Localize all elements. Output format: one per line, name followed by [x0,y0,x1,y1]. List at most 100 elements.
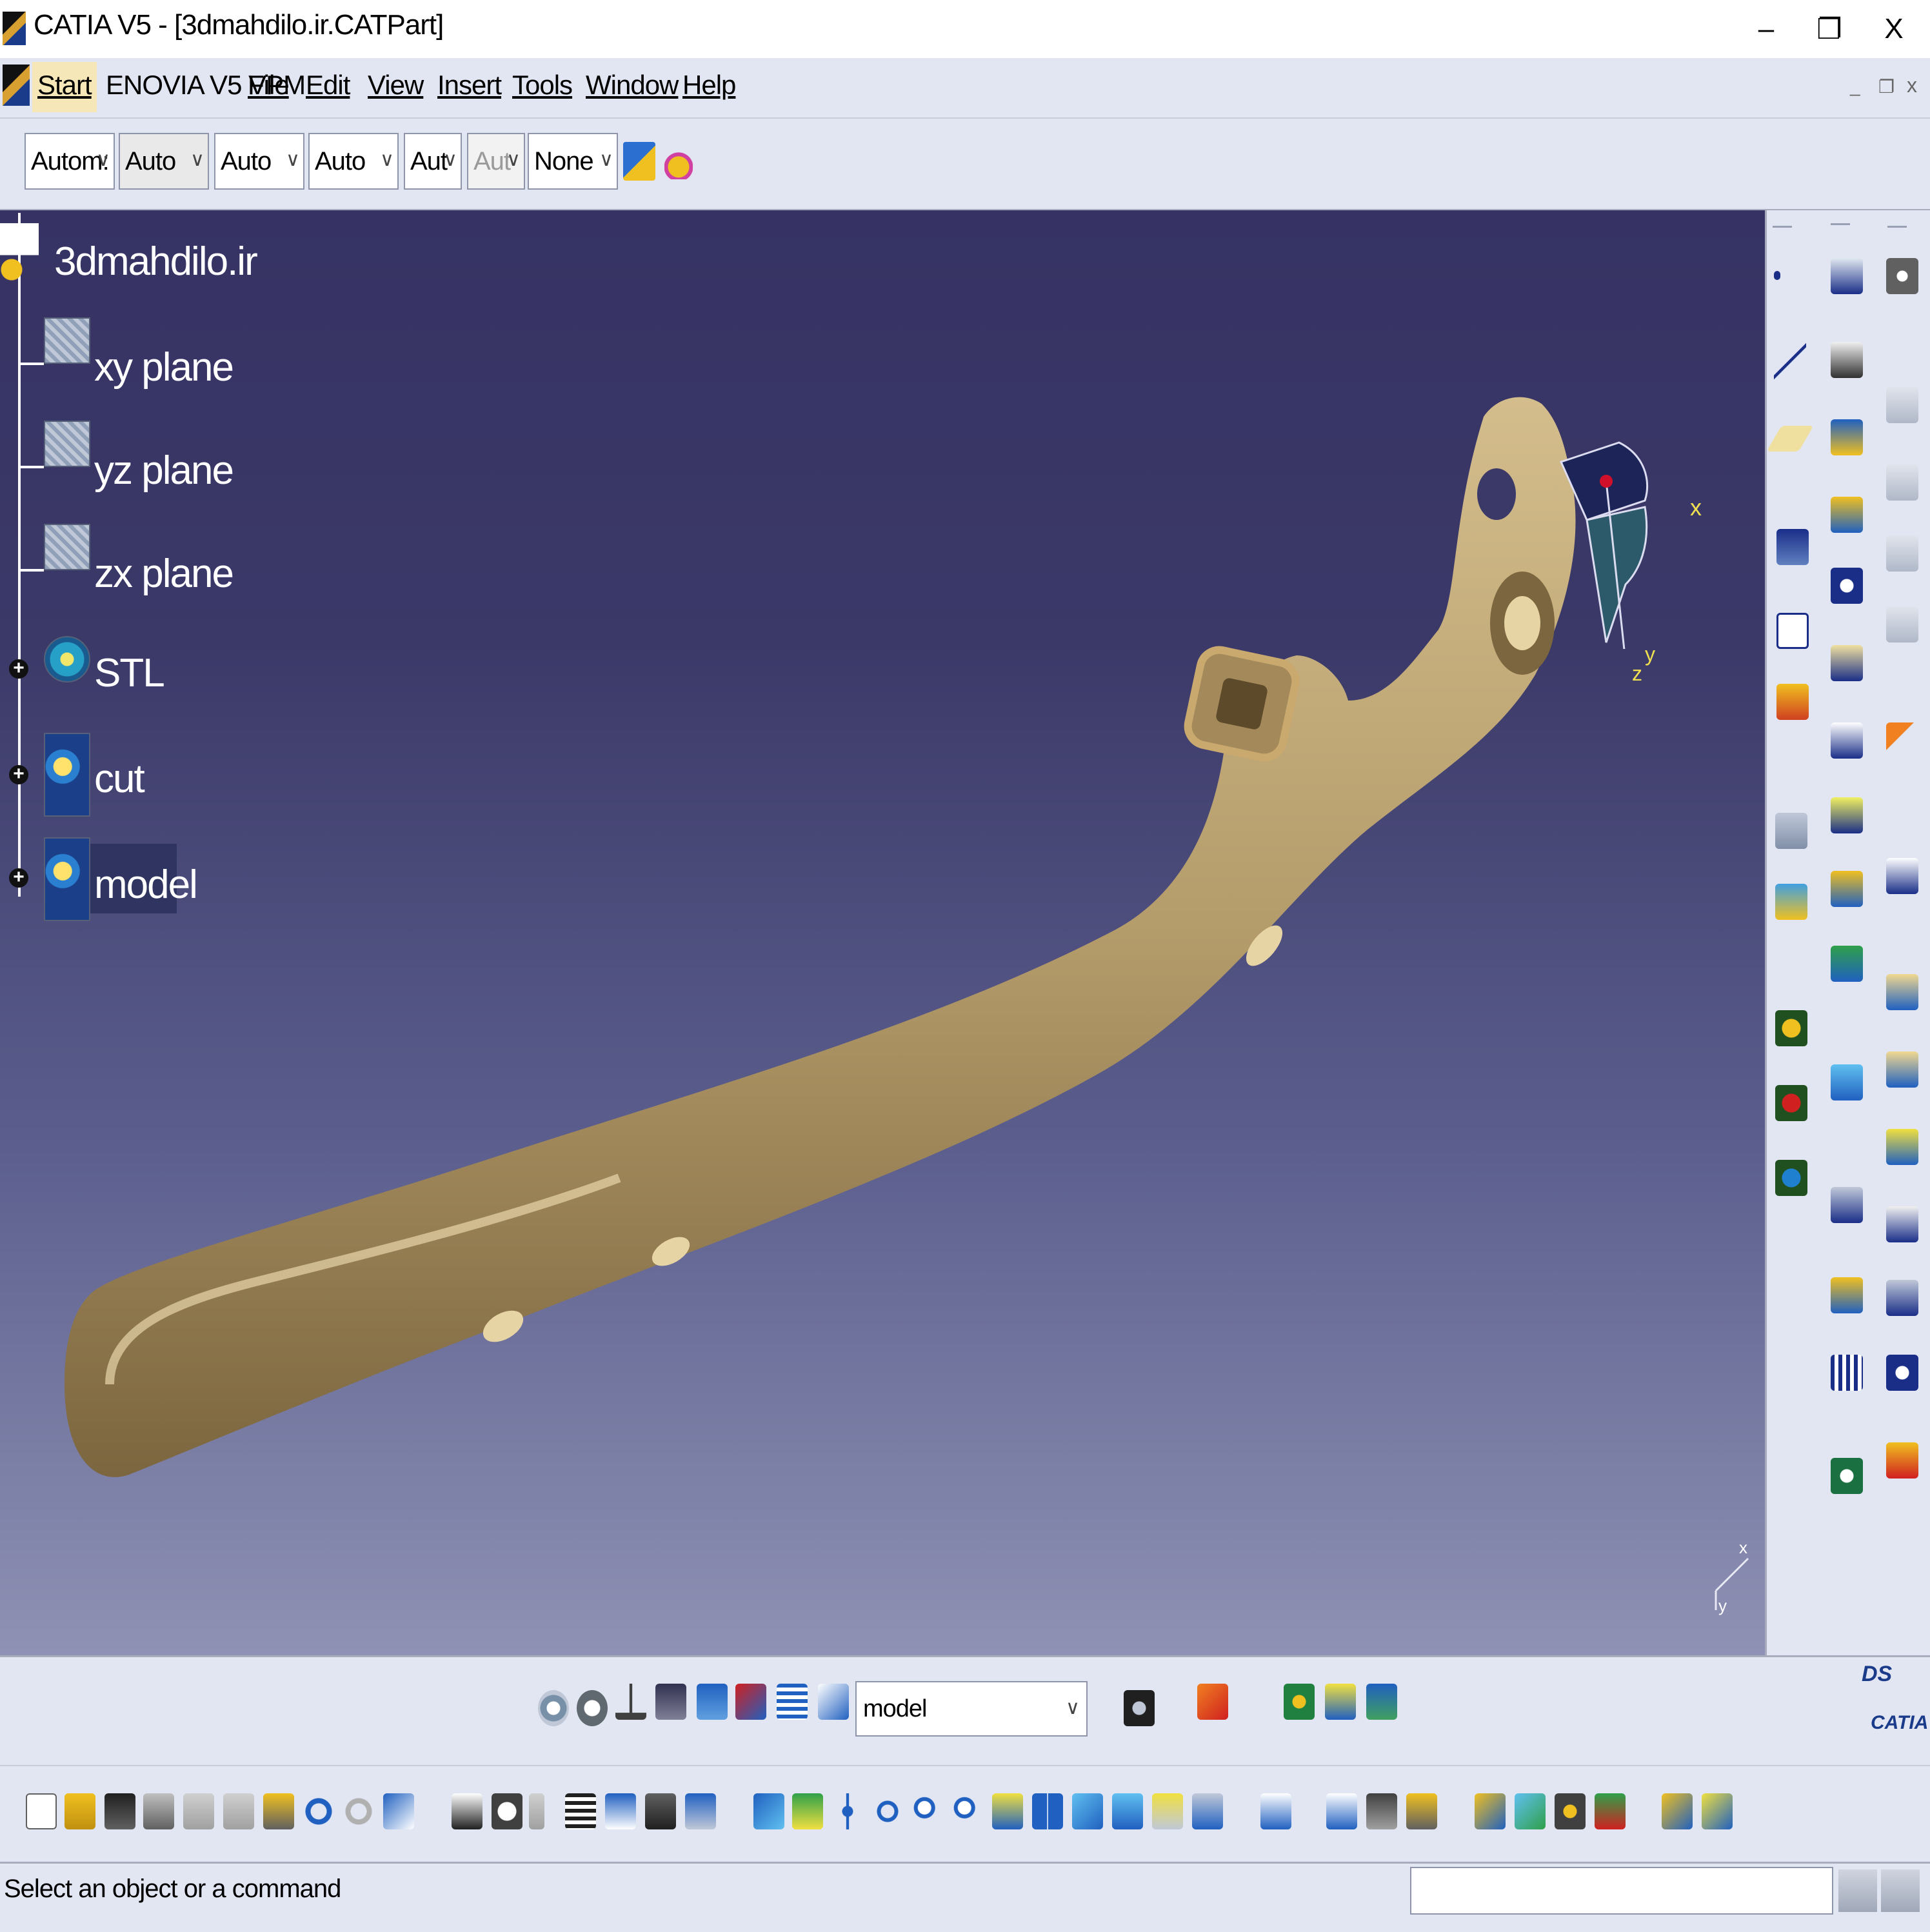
hole-icon[interactable] [1831,568,1863,604]
plane-icon[interactable] [44,524,90,570]
layer-dropdown[interactable]: None ∨ [528,133,618,190]
zoom-out-icon[interactable] [952,1793,983,1829]
law-icon[interactable] [605,1793,636,1829]
annotation-icon[interactable] [1776,529,1809,565]
tree-item-zx-plane[interactable]: zx plane [94,551,234,597]
curvature-analysis-icon[interactable] [1555,1793,1586,1829]
slot-icon[interactable] [1831,722,1863,759]
constraint-icon[interactable] [735,1684,766,1720]
body-icon[interactable] [44,837,90,921]
expand-stl-button[interactable]: + [9,659,28,679]
point-icon[interactable] [1774,271,1780,280]
menu-window[interactable]: Window [586,70,679,101]
compass-icon[interactable] [1548,430,1716,649]
cylinder-view-icon[interactable] [697,1684,728,1720]
command-input[interactable] [1410,1867,1833,1915]
measure-between-icon[interactable] [1326,1793,1357,1829]
expand-model-button[interactable]: + [9,868,28,888]
zoom-in-icon[interactable] [912,1793,943,1829]
scaling-icon[interactable] [1831,1458,1863,1494]
tree-item-cut[interactable]: cut [94,756,145,802]
solid-combine-icon[interactable] [1831,797,1863,833]
thread-icon[interactable] [1886,1355,1918,1391]
tree-item-model[interactable]: model [94,862,198,908]
part-root-icon[interactable] [0,223,39,281]
thickness-analysis-icon[interactable] [1595,1793,1626,1829]
formula-wizard-icon[interactable] [1325,1684,1356,1720]
line-type-dropdown[interactable]: Auto ∨ [308,133,399,190]
tree-item-stl[interactable]: STL [94,650,165,696]
menu-start[interactable]: Start [37,70,92,101]
hide-show-icon[interactable] [1152,1793,1183,1829]
fill-color-dropdown[interactable]: Autom: ∨ [25,133,115,190]
menu-insert[interactable]: Insert [437,70,502,101]
clipboard-icon[interactable] [1775,813,1807,849]
menu-edit[interactable]: Edit [306,70,350,101]
fly-icon[interactable] [753,1793,784,1829]
body-icon[interactable] [44,733,90,817]
menu-view[interactable]: View [368,70,424,101]
normal-view-icon[interactable] [992,1793,1023,1829]
axis-icon[interactable] [615,1684,646,1720]
sketch-icon[interactable] [1776,613,1809,649]
fillet-icon[interactable] [1886,974,1918,1010]
remove-face-icon[interactable] [1886,1442,1918,1479]
paste-icon[interactable] [263,1793,294,1829]
pad-icon[interactable] [1831,258,1863,294]
whats-this-icon[interactable] [383,1793,414,1829]
rotate-icon[interactable] [872,1793,903,1829]
insert-body-icon[interactable] [1775,1010,1807,1046]
tree-root-label[interactable]: 3dmahdilo.ir [54,239,258,284]
menu-help[interactable]: Help [682,70,736,101]
power-copy-icon[interactable] [1702,1793,1733,1829]
3d-annotation-icon[interactable] [1776,684,1809,720]
menu-tools[interactable]: Tools [512,70,573,101]
shell-icon[interactable] [1886,1206,1918,1242]
restore-button[interactable]: ❐ [1798,4,1860,54]
groove-icon[interactable] [1831,497,1863,533]
pocket-icon[interactable] [1831,342,1863,378]
mirror-icon[interactable] [1831,1277,1863,1313]
pattern-icon[interactable] [1831,1355,1863,1391]
camera-icon[interactable] [1124,1690,1155,1726]
select-arrow-icon[interactable] [1886,722,1918,759]
swap-visible-space-icon[interactable] [1192,1793,1223,1829]
properties-icon[interactable] [664,138,693,179]
print-icon[interactable] [143,1793,174,1829]
doc-close-button[interactable]: x [1907,74,1917,97]
union-trim-icon[interactable] [1775,1160,1807,1196]
new-file-icon[interactable] [26,1793,57,1829]
doc-restore-button[interactable]: ❐ [1878,76,1895,97]
plane-icon[interactable] [44,421,90,467]
open-folder-icon[interactable] [65,1793,95,1829]
rib-icon[interactable] [1831,645,1863,681]
knowledge-icon[interactable] [1284,1684,1315,1720]
multi-section-icon[interactable] [1831,871,1863,907]
quick-view-icon[interactable] [1072,1793,1103,1829]
boolean-icon[interactable] [1775,1085,1807,1121]
apply-material-icon[interactable] [1197,1684,1228,1720]
multi-view-icon[interactable] [1032,1793,1063,1829]
line-thickness-dropdown[interactable]: Auto ∨ [214,133,304,190]
chamfer-icon[interactable] [1886,1051,1918,1088]
transparency-dropdown[interactable]: Auto ∨ [119,133,209,190]
save-icon[interactable] [104,1793,135,1829]
tree-item-xy-plane[interactable]: xy plane [94,344,234,390]
list-icon[interactable] [777,1684,808,1720]
gear-icon[interactable] [1886,258,1918,294]
work-object-icon[interactable] [818,1684,849,1720]
split-icon[interactable] [1831,1064,1863,1100]
doc-minimize-button[interactable]: _ [1850,76,1860,97]
axis-system-icon[interactable] [1775,884,1807,920]
point-symbol-dropdown[interactable]: Aut ∨ [404,133,462,190]
pan-icon[interactable] [832,1793,863,1829]
sketcher-icon[interactable] [1886,858,1918,894]
plane-icon[interactable] [44,317,90,364]
design-table-icon[interactable] [565,1793,596,1829]
remove-multi-section-icon[interactable] [1831,946,1863,982]
equivalent-dimensions-icon[interactable] [685,1793,716,1829]
apply-material-tool-icon[interactable] [1475,1793,1506,1829]
fly-mode-icon[interactable] [538,1690,569,1726]
minimize-button[interactable]: – [1735,4,1797,54]
catalog-icon[interactable] [1260,1793,1291,1829]
